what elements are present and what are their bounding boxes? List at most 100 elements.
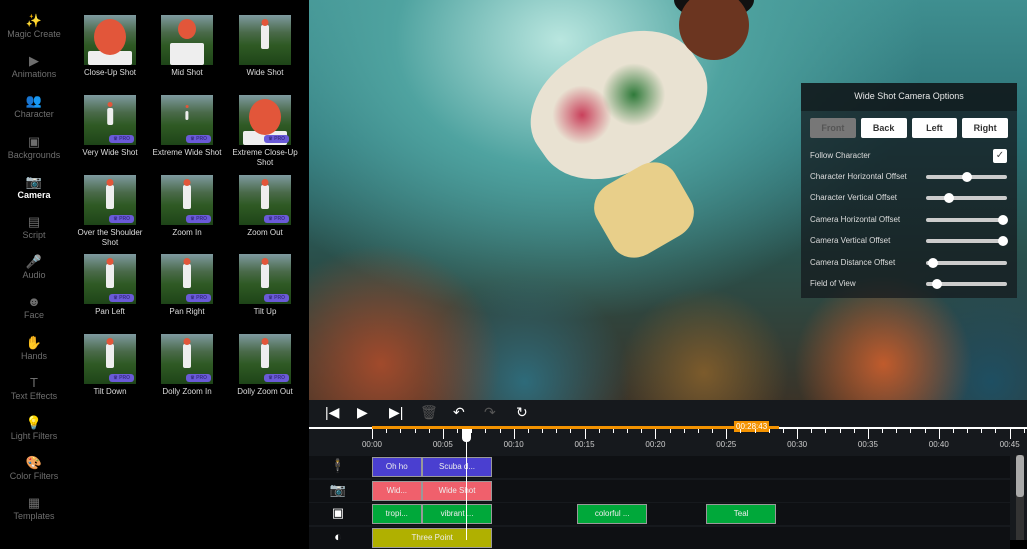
sidebar-item-audio[interactable]: 🎤 Audio — [0, 254, 68, 280]
shot-thumbnail[interactable]: ♛ PRO — [239, 174, 291, 225]
shot-thumbnail[interactable] — [239, 15, 291, 65]
refresh-icon[interactable]: ↻ — [516, 404, 528, 421]
pro-badge: ♛ PRO — [264, 214, 289, 223]
sidebar-item-light-filters[interactable]: 💡 Light Filters — [0, 415, 68, 441]
character-body — [107, 107, 113, 125]
shot-card[interactable]: ♛ PRO Zoom In — [147, 174, 227, 238]
sidebar-item-magic-create[interactable]: ✨ Magic Create — [0, 13, 68, 39]
sidebar-item-character[interactable]: 👥 Character — [0, 93, 68, 119]
camera-vertical-offset-label: Camera Vertical Offset — [810, 236, 891, 246]
ruler-tick — [740, 429, 742, 433]
camera-horizontal-offset-slider[interactable] — [926, 214, 1008, 225]
sidebar-item-backgrounds[interactable]: ▣ Backgrounds — [0, 134, 68, 160]
timeline-clip[interactable]: Scuba d... — [421, 457, 493, 477]
slider-knob[interactable] — [943, 193, 954, 204]
shot-card[interactable]: ♛ PRO Zoom Out — [225, 174, 305, 238]
playhead-handle[interactable] — [461, 429, 471, 442]
playhead-line[interactable] — [465, 429, 467, 540]
shot-card[interactable]: ♛ PRO Dolly Zoom Out — [225, 334, 305, 397]
ruler-tick — [754, 429, 756, 433]
shot-card[interactable]: ♛ PRO Dolly Zoom In — [147, 334, 227, 397]
shot-thumbnail[interactable]: ♛ PRO — [161, 174, 213, 225]
view-right-button[interactable]: Right — [962, 118, 1008, 138]
shot-thumbnail[interactable]: ♛ PRO — [161, 254, 213, 305]
shot-card[interactable]: ♛ PRO Pan Left — [70, 254, 150, 317]
ruler-tick — [598, 429, 600, 433]
slider-knob[interactable] — [961, 172, 972, 182]
shot-thumbnail[interactable]: ♛ PRO — [161, 334, 213, 385]
character-horizontal-offset-slider[interactable] — [926, 172, 1007, 182]
slider-knob[interactable] — [997, 214, 1008, 225]
character-vertical-offset-slider[interactable] — [926, 193, 1007, 204]
redo-icon[interactable]: ↷ — [484, 404, 496, 421]
character-body — [261, 264, 269, 289]
ruler-tick — [527, 429, 529, 433]
slider-knob[interactable] — [997, 236, 1008, 247]
shot-card[interactable]: Mid Shot — [147, 15, 227, 78]
ruler-tick — [981, 429, 983, 433]
follow-character-checkbox[interactable]: ✓ — [993, 149, 1007, 163]
shot-thumbnail[interactable]: ♛ PRO — [239, 94, 291, 145]
timeline-clip[interactable]: vibrant ... — [421, 504, 493, 524]
shot-card[interactable]: ♛ PRO Pan Right — [147, 254, 227, 317]
slider-knob[interactable] — [928, 257, 939, 268]
play-icon[interactable]: ▶ — [357, 404, 368, 421]
shot-thumbnail[interactable]: ♛ PRO — [84, 334, 136, 385]
skip-start-icon[interactable]: |◀ — [325, 404, 339, 421]
shot-card[interactable]: ♛ PRO Extreme Close-Up Shot — [225, 94, 305, 168]
timeline-clip[interactable]: Wid... — [372, 480, 422, 501]
camera-vertical-offset-slider[interactable] — [926, 236, 1008, 247]
camera-distance-offset-slider[interactable] — [926, 257, 1007, 268]
timeline-clip[interactable]: Wide Shot — [421, 480, 493, 501]
view-left-button[interactable]: Left — [911, 118, 958, 138]
timeline-clip[interactable]: colorful ... — [577, 504, 647, 524]
vertical-scrollbar[interactable] — [1016, 455, 1024, 540]
sidebar-item-color-filters[interactable]: 🎨 Color Filters — [0, 455, 68, 481]
sidebar-item-script[interactable]: ▤ Script — [0, 214, 68, 240]
shot-thumbnail[interactable]: ♛ PRO — [239, 254, 291, 305]
timeline-clip[interactable]: Three Point — [372, 527, 493, 548]
shot-thumbnail[interactable]: ♛ PRO — [84, 94, 136, 145]
sidebar-item-label: Animations — [11, 69, 57, 80]
undo-icon[interactable]: ↶ — [453, 404, 465, 421]
light-icon: ◐ — [334, 528, 342, 544]
sidebar-item-hands[interactable]: ✋ Hands — [0, 335, 68, 361]
shot-card[interactable]: ♛ PRO Very Wide Shot — [70, 94, 150, 158]
skip-end-icon[interactable]: ▶| — [389, 404, 403, 421]
view-front-button[interactable]: Front — [810, 118, 856, 138]
shot-card[interactable]: ♛ PRO Tilt Up — [225, 254, 305, 317]
shot-card[interactable]: ♛ PRO Over the Shoulder Shot — [70, 174, 150, 248]
shot-card[interactable]: Close-Up Shot — [70, 15, 150, 78]
sidebar-item-face[interactable]: ☻ Face — [0, 294, 68, 320]
character-head — [106, 338, 114, 346]
ruler-tick — [1009, 429, 1011, 439]
shot-thumbnail[interactable]: ♛ PRO — [161, 94, 213, 145]
character-head — [183, 178, 191, 186]
trash-icon[interactable]: 🗑 — [420, 404, 438, 421]
sidebar-item-text-effects[interactable]: T Text Effects — [0, 375, 68, 401]
shot-thumbnail[interactable]: ♛ PRO — [84, 174, 136, 225]
slider-knob[interactable] — [932, 279, 943, 289]
ruler-tick — [485, 429, 487, 433]
character-body — [261, 344, 269, 369]
shot-card[interactable]: Wide Shot — [225, 15, 305, 78]
panel-title: Wide Shot Camera Options — [801, 83, 1017, 111]
shot-label: Wide Shot — [246, 68, 284, 77]
scroll-thumb[interactable] — [1016, 455, 1024, 497]
shot-thumbnail[interactable] — [161, 15, 213, 65]
ruler-tick — [400, 429, 402, 433]
shot-label: Dolly Zoom In — [162, 387, 212, 397]
shot-thumbnail[interactable]: ♛ PRO — [84, 254, 136, 305]
sidebar-item-camera[interactable]: 📷 Camera — [0, 174, 68, 200]
sidebar-item-templates[interactable]: ▦ Templates — [0, 495, 68, 521]
sidebar-item-animations[interactable]: ▶ Animations — [0, 53, 68, 79]
shot-card[interactable]: ♛ PRO Tilt Down — [70, 334, 150, 397]
timeline-clip[interactable]: Oh ho — [372, 457, 422, 477]
timeline-clip[interactable]: tropi... — [372, 504, 422, 524]
shot-thumbnail[interactable]: ♛ PRO — [239, 334, 291, 385]
field-of-view-slider[interactable] — [926, 279, 1007, 289]
shot-thumbnail[interactable] — [84, 15, 136, 65]
view-back-button[interactable]: Back — [860, 118, 907, 138]
shot-card[interactable]: ♛ PRO Extreme Wide Shot — [147, 94, 227, 158]
timeline-clip[interactable]: Teal — [706, 504, 776, 524]
